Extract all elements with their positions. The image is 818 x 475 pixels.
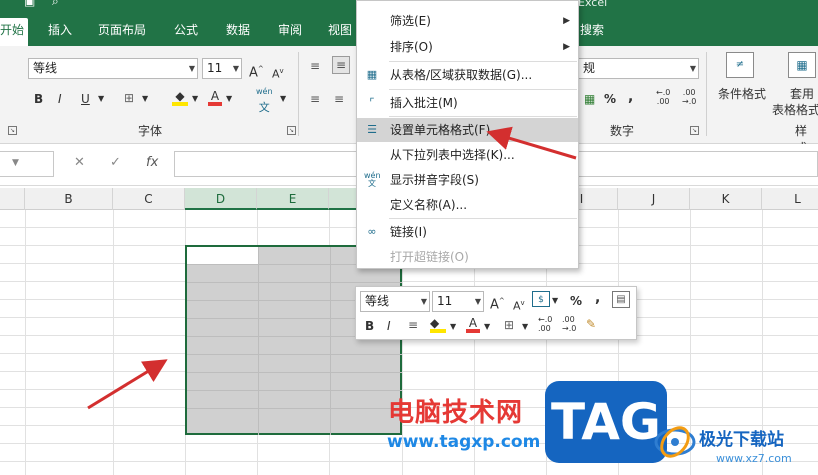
excel-window: ▣ ⌕ Excel 开始 插入 页面布局 公式 数据 审阅 视图 搜索 等线 ▼ … xyxy=(0,0,818,475)
watermark-site-name: 极光下载站 xyxy=(699,430,784,450)
watermark-url: www.tagxp.com xyxy=(387,432,541,452)
annotation-arrow-format-cells xyxy=(486,126,577,160)
watermark-tag-logo: TAG xyxy=(545,381,667,463)
watermark-site-url: www.xz7.com xyxy=(716,452,792,465)
watermark-cn-text: 电脑技术网 xyxy=(388,398,524,428)
aurora-logo-icon xyxy=(654,426,696,458)
annotation-arrow-selection xyxy=(87,359,168,410)
